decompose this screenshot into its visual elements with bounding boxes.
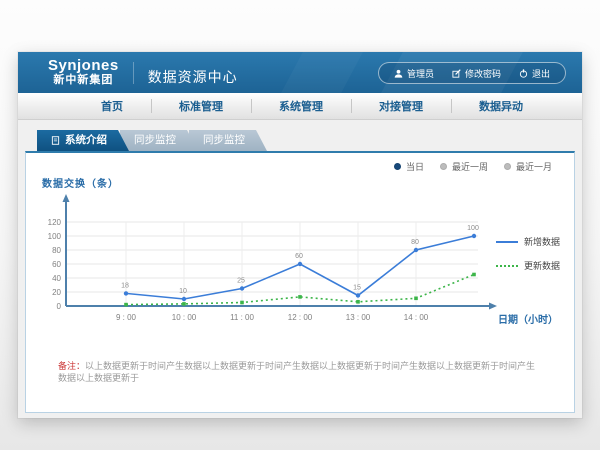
- legend-label: 新增数据: [524, 235, 560, 248]
- x-tick-label: 12 : 00: [288, 313, 313, 322]
- tab-同步监控[interactable]: 同步监控: [189, 130, 267, 151]
- radio-当日[interactable]: 当日: [394, 160, 424, 173]
- y-tick-label: 60: [52, 260, 61, 269]
- doc-icon: [51, 136, 60, 145]
- y-tick-label: 80: [52, 246, 61, 255]
- content-area: 系统介绍 同步监控 同步监控 当日 最近一周 最近一月 数据交换（条） 0 20 40 60 8…: [18, 120, 582, 418]
- y-axis-arrow-icon: [63, 194, 70, 202]
- legend-item-新增数据: 新增数据: [496, 235, 560, 248]
- data-point-label: 100: [467, 225, 479, 232]
- data-point: [182, 302, 186, 306]
- chart-panel: 当日 最近一周 最近一月 数据交换（条） 0 20 40 60 80 100 120 9 : 00…: [25, 151, 575, 413]
- y-tick-label: 100: [48, 232, 62, 241]
- y-axis-title: 数据交换（条）: [42, 175, 119, 190]
- legend-item-更新数据: 更新数据: [496, 259, 560, 272]
- legend-label: 更新数据: [524, 259, 560, 272]
- data-point: [356, 300, 360, 304]
- nav-item[interactable]: 首页: [73, 93, 151, 119]
- data-point: [472, 273, 476, 277]
- x-tick-label: 9 : 00: [116, 313, 137, 322]
- data-point: [414, 297, 418, 301]
- user-menu: 管理员 修改密码 退出: [378, 62, 566, 84]
- legend-swatch: [496, 265, 518, 267]
- line-chart: 0 20 40 60 80 100 120 9 : 00 10 : 00 11 : 00 12 : …: [48, 189, 498, 331]
- brand-logo-text-en: Synjones: [48, 58, 119, 74]
- data-point: [240, 286, 244, 290]
- footnote: 备注：以上数据更新于时间产生数据以上数据更新于时间产生数据以上数据更新于时间产生…: [58, 361, 544, 384]
- nav-item[interactable]: 数据异动: [451, 93, 551, 119]
- x-axis-title: 日期（小时）: [498, 311, 558, 326]
- data-point-label: 18: [121, 282, 129, 289]
- radio-label: 当日: [406, 160, 424, 173]
- header-divider: [133, 62, 134, 84]
- data-point: [124, 291, 128, 295]
- brand-logo: Synjones 新中新集团: [48, 58, 119, 86]
- user-menu-logout[interactable]: 退出: [510, 67, 559, 80]
- nav-item[interactable]: 标准管理: [151, 93, 251, 119]
- data-point: [124, 303, 128, 307]
- y-tick-label: 0: [57, 302, 62, 311]
- y-tick-label: 40: [52, 274, 61, 283]
- tab-bar: 系统介绍 同步监控 同步监控: [25, 130, 575, 151]
- user-menu-label: 管理员: [407, 67, 434, 80]
- tab-系统介绍[interactable]: 系统介绍: [37, 130, 129, 151]
- tab-同步监控[interactable]: 同步监控: [120, 130, 198, 151]
- page-title: 数据资源中心: [148, 67, 238, 87]
- app-header: Synjones 新中新集团 数据资源中心 管理员 修改密码 退出: [18, 52, 582, 93]
- x-axis-arrow-icon: [489, 303, 497, 310]
- radio-dot-icon: [440, 163, 447, 170]
- user-icon: [394, 69, 403, 78]
- nav-item[interactable]: 对接管理: [351, 93, 451, 119]
- x-tick-label: 10 : 00: [172, 313, 197, 322]
- data-point: [240, 301, 244, 305]
- radio-label: 最近一月: [516, 160, 552, 173]
- header-decoration: [276, 52, 368, 93]
- data-point-label: 10: [179, 288, 187, 295]
- brand-logo-text-cn: 新中新集团: [48, 75, 119, 87]
- edit-icon: [452, 69, 461, 78]
- chart-legend: 新增数据更新数据: [496, 235, 560, 272]
- user-menu-edit[interactable]: 修改密码: [443, 67, 510, 80]
- footnote-prefix: 备注：: [58, 361, 85, 371]
- data-point-label: 15: [353, 285, 361, 292]
- data-point-label: 80: [411, 239, 419, 246]
- y-tick-label: 20: [52, 288, 61, 297]
- data-point-label: 60: [295, 253, 303, 260]
- range-radio-group: 当日 最近一周 最近一月: [394, 160, 552, 173]
- tab-label: 系统介绍: [65, 130, 107, 151]
- data-point: [298, 262, 302, 266]
- app-window: Synjones 新中新集团 数据资源中心 管理员修改密码退出 首页标准管理系统…: [18, 52, 582, 418]
- y-tick-label: 120: [48, 218, 62, 227]
- radio-最近一周[interactable]: 最近一周: [440, 160, 488, 173]
- data-point: [472, 234, 476, 238]
- radio-label: 最近一周: [452, 160, 488, 173]
- data-point: [298, 295, 302, 299]
- user-menu-label: 退出: [532, 67, 550, 80]
- data-point: [356, 293, 360, 297]
- footnote-text: 以上数据更新于时间产生数据以上数据更新于时间产生数据以上数据更新于时间产生数据以…: [58, 361, 535, 383]
- data-point-label: 25: [237, 278, 245, 285]
- radio-dot-icon: [394, 163, 401, 170]
- data-point: [414, 248, 418, 252]
- x-tick-label: 11 : 00: [230, 313, 254, 322]
- user-menu-label: 修改密码: [465, 67, 501, 80]
- tab-label: 同步监控: [134, 130, 176, 151]
- nav-item[interactable]: 系统管理: [251, 93, 351, 119]
- legend-swatch: [496, 241, 518, 243]
- x-tick-label: 14 : 00: [404, 313, 429, 322]
- main-nav: 首页标准管理系统管理对接管理数据异动: [18, 93, 582, 120]
- tab-label: 同步监控: [203, 130, 245, 151]
- x-tick-label: 13 : 00: [346, 313, 371, 322]
- radio-最近一月[interactable]: 最近一月: [504, 160, 552, 173]
- radio-dot-icon: [504, 163, 511, 170]
- logout-icon: [519, 69, 528, 78]
- user-menu-user[interactable]: 管理员: [385, 67, 443, 80]
- data-point: [182, 297, 186, 301]
